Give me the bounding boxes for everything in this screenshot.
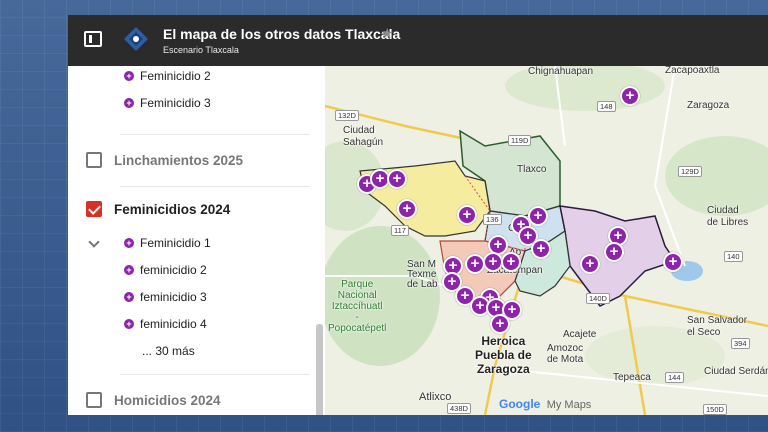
divider (120, 134, 310, 135)
map-title[interactable]: El mapa de los otros datos Tlaxcala (163, 26, 400, 42)
scrollbar[interactable] (316, 324, 323, 415)
incident-marker[interactable]: + (663, 252, 683, 272)
top-bar: El mapa de los otros datos Tlaxcala ★ Es… (68, 15, 768, 66)
marker-icon: + (124, 319, 134, 329)
incident-marker[interactable]: + (490, 314, 510, 334)
layer-checkbox[interactable] (86, 201, 102, 217)
route-shield: 150D (703, 404, 727, 415)
route-shield: 132D (335, 110, 359, 121)
route-shield: 119D (508, 135, 532, 146)
marker-icon: + (124, 98, 134, 108)
place-label: San M Texme de Lab (407, 259, 438, 290)
place-label: Atlixco (419, 391, 452, 403)
incident-marker[interactable]: + (387, 169, 407, 189)
layer-checkbox[interactable] (86, 392, 102, 408)
route-shield: 394 (731, 338, 750, 349)
map-subtitle: Escenario Tlaxcala (163, 45, 239, 55)
marker-icon: + (124, 265, 134, 275)
route-shield: 144 (665, 372, 684, 383)
incident-marker[interactable]: + (531, 239, 551, 259)
route-shield: 438D (447, 403, 471, 414)
place-label: Acajete (563, 329, 597, 340)
route-shield: 129D (678, 166, 702, 177)
mymaps-window: El mapa de los otros datos Tlaxcala ★ Es… (68, 15, 768, 415)
place-label: Ciudad Sahagún (343, 125, 384, 148)
park-label: Parque Nacional Iztaccíhuatl - Popocatép… (328, 279, 387, 334)
place-label: Tepeaca (613, 372, 651, 383)
place-label: Amozoc de Mota (547, 343, 584, 365)
incident-marker[interactable]: + (604, 242, 624, 262)
more-link[interactable]: ... 30 más (142, 344, 195, 358)
sidebar-toggle-icon[interactable] (84, 31, 102, 47)
marker-icon: + (124, 238, 134, 248)
place-label: San Salvador el Seco (687, 315, 748, 338)
list-item[interactable]: + feminicidio 2 (124, 263, 207, 277)
app-logo (124, 27, 148, 51)
incident-marker[interactable]: + (620, 86, 640, 106)
incident-marker[interactable]: + (465, 254, 485, 274)
list-item[interactable]: + Feminicidio 3 (124, 96, 211, 110)
route-shield: 140 (724, 251, 743, 262)
marker-icon: + (124, 71, 134, 81)
layer-feminicidios[interactable]: Feminicidios 2024 (86, 201, 230, 217)
google-mymaps-credit: Google My Maps (499, 397, 592, 411)
legend-panel: + Feminicidio 2 + Feminicidio 3 Linchamien… (68, 66, 325, 415)
route-shield: 140D (586, 293, 610, 304)
place-label: Zacapoaxtla (665, 66, 720, 76)
incident-marker[interactable]: + (483, 252, 503, 272)
chevron-down-icon[interactable] (88, 236, 100, 248)
place-label: Tlaxco (517, 164, 547, 175)
place-label: Ciudad Serdán (704, 366, 768, 377)
layer-homicidios[interactable]: Homicidios 2024 (86, 392, 221, 408)
list-item[interactable]: + Feminicidio 2 (124, 69, 211, 83)
place-label: Chignahuapan (528, 66, 594, 77)
incident-marker[interactable]: + (580, 254, 600, 274)
place-label: Ciudad de Libres (707, 205, 749, 228)
list-item[interactable]: + Feminicidio 1 (124, 236, 211, 250)
route-shield: 136 (483, 214, 502, 225)
star-icon[interactable]: ★ (381, 25, 394, 42)
route-shield: 117 (391, 225, 409, 236)
list-item[interactable]: + feminicidio 4 (124, 317, 207, 331)
map-canvas[interactable]: Chignahuapan Zacapoaxtla Zaragoza Ciudad… (325, 66, 768, 415)
incident-marker[interactable]: + (501, 252, 521, 272)
incident-marker[interactable]: + (397, 199, 417, 219)
layer-linchamientos[interactable]: Linchamientos 2025 (86, 152, 243, 168)
layer-checkbox[interactable] (86, 152, 102, 168)
city-label: Heroica Puebla de Zaragoza (475, 334, 532, 376)
list-item[interactable]: + feminicidio 3 (124, 290, 207, 304)
marker-icon: + (124, 292, 134, 302)
incident-marker[interactable]: + (528, 206, 548, 226)
place-label: Zaragoza (687, 100, 730, 111)
route-shield: 148 (597, 101, 616, 112)
incident-marker[interactable]: + (457, 205, 477, 225)
divider (120, 374, 310, 375)
divider (120, 186, 310, 187)
